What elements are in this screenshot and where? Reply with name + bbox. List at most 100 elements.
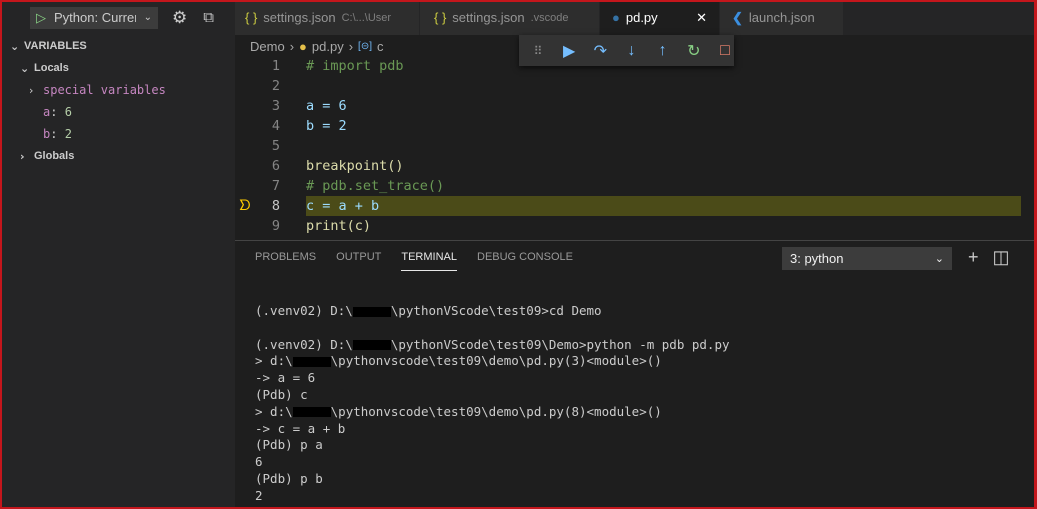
terminal-line: 6 (255, 454, 730, 471)
code-editor[interactable]: 1 # import pdb 2 3a = 6 4b = 2 5 6 breakpo… (235, 56, 1021, 236)
debug-toolbar-top: ▷ Python: Current File ⌄ ⚙ ⧉ (0, 0, 235, 35)
tab-launch-json[interactable]: ❮ launch.json (720, 0, 844, 35)
var-value: 2 (64, 127, 72, 141)
code-line: 7 # pdb.set_trace() (271, 178, 445, 194)
special-label: special variables (43, 83, 166, 97)
terminal-line: 2 (255, 488, 730, 505)
braces-icon: { } (245, 10, 258, 25)
code-line: 6 breakpoint() (271, 158, 404, 174)
var-value: 6 (64, 105, 72, 119)
terminal-select-value: 3: python (790, 251, 844, 266)
terminal-output[interactable]: (.venv02) D:\ \pythonVScode\test09>cd Dem… (255, 303, 730, 505)
terminal-text: \pythonvscode\test09\demo\pd.py(8)<modul… (330, 403, 662, 419)
terminal-text: -> c = a + b (255, 420, 346, 436)
scope-label: Locals (34, 62, 69, 74)
variable-b[interactable]: b: 2 (0, 123, 235, 145)
launch-config-select[interactable]: ▷ Python: Current File ⌄ (30, 6, 158, 29)
tab-label: settings.json (452, 10, 525, 25)
breadcrumb-symbol[interactable]: c (377, 39, 384, 54)
terminal-text: (.venv02) D:\ (255, 303, 353, 318)
redacted-block (352, 340, 391, 351)
code-line: 4b = 2 (271, 118, 347, 134)
special-variables[interactable]: › special variables (0, 79, 235, 101)
python-icon: ● (612, 10, 620, 25)
tab-pd-py[interactable]: ● pd.py ✕ (600, 0, 720, 35)
terminal-text: > d:\ (255, 403, 293, 419)
section-title: VARIABLES (24, 40, 87, 52)
vscode-icon: ❮ (732, 9, 743, 25)
tab-settings-user[interactable]: { } settings.json C:\...\User (235, 0, 420, 35)
terminal-text: (.venv02) D:\ (255, 336, 353, 352)
tab-desc: .vscode (530, 11, 569, 24)
terminal-text: (Pdb) p b (255, 470, 323, 486)
variable-a[interactable]: a: 6 (0, 101, 235, 123)
tab-label: launch.json (748, 10, 815, 25)
var-name: b (43, 127, 51, 141)
python-icon: ● (299, 38, 307, 54)
variables-header[interactable]: ⌄ VARIABLES (0, 35, 235, 57)
debug-console-icon[interactable]: ⧉ (203, 9, 214, 26)
terminal-line: (Pdb) c (255, 387, 730, 404)
braces-icon: { } (434, 10, 447, 25)
tab-debug-console[interactable]: DEBUG CONSOLE (477, 251, 573, 271)
terminal-text: > d:\ (255, 353, 293, 369)
continue-icon[interactable]: ▶ (560, 41, 578, 60)
tab-desc: C:\...\User (341, 11, 392, 24)
redacted-block (352, 306, 391, 317)
code-line: 2 (271, 78, 280, 94)
debug-sidebar: ▷ Python: Current File ⌄ ⚙ ⧉ ⌄VARIABLES … (0, 0, 235, 509)
tab-settings-vscode[interactable]: { } settings.json .vscode (420, 0, 600, 35)
terminal-line: (.venv02) D:\ \pythonVScode\test09>cd Dem… (255, 303, 730, 320)
restart-icon[interactable]: ↻ (685, 41, 703, 60)
gear-icon[interactable]: ⚙ (172, 8, 187, 28)
bottom-panel: PROBLEMS OUTPUT TERMINAL DEBUG CONSOLE 3… (235, 240, 1037, 509)
terminal-text: (Pdb) p a (255, 437, 323, 453)
step-out-icon[interactable]: ↑ (654, 41, 672, 60)
panel-actions: + ◫ (968, 247, 1010, 268)
terminal-line: -> a = 6 (255, 370, 730, 387)
current-code-line: ᗤ8c = a + b (235, 196, 1021, 216)
breadcrumb-file[interactable]: pd.py (312, 39, 344, 54)
terminal-line: (Pdb) p a (255, 437, 730, 454)
terminal-line: (Pdb) p b (255, 471, 730, 488)
terminal-line: > d:\ \pythonvscode\test09\demo\pd.py(8)<… (255, 404, 730, 421)
code-line: 3a = 6 (271, 98, 347, 114)
panel-tabs: PROBLEMS OUTPUT TERMINAL DEBUG CONSOLE (255, 251, 573, 271)
launch-config-label: Python: Current File (54, 10, 136, 25)
tab-label: pd.py (625, 10, 658, 25)
var-name: a (43, 105, 51, 119)
terminal-text: 2 (255, 487, 263, 503)
plus-icon[interactable]: + (968, 247, 979, 268)
terminal-line: -> c = a + b (255, 421, 730, 438)
terminal-select[interactable]: 3: python ⌄ (782, 247, 952, 270)
terminal-text: 6 (255, 454, 263, 470)
chevron-down-icon: ⌄ (143, 12, 152, 23)
split-terminal-icon[interactable]: ◫ (993, 247, 1010, 268)
terminal-text: -> a = 6 (255, 370, 316, 386)
chevron-right-icon: › (20, 149, 25, 163)
close-icon[interactable]: ✕ (696, 10, 707, 26)
terminal-text: \pythonVScode\test09\Demo>python -m pdb … (390, 336, 730, 352)
breadcrumb: Demo › ● pd.py › [⊝] c (250, 38, 384, 54)
step-over-icon[interactable]: ↷ (591, 41, 609, 60)
drag-handle-icon[interactable]: ⠿ (529, 41, 547, 60)
stop-icon[interactable]: □ (716, 41, 734, 60)
start-debug-icon[interactable]: ▷ (36, 10, 46, 26)
terminal-line: > d:\ \pythonvscode\test09\demo\pd.py(3)<… (255, 353, 730, 370)
redacted-block (292, 356, 331, 367)
tab-terminal[interactable]: TERMINAL (401, 251, 457, 271)
globals-scope[interactable]: › Globals (0, 145, 235, 167)
breadcrumb-folder[interactable]: Demo (250, 39, 285, 54)
chevron-right-icon: › (29, 83, 34, 97)
step-into-icon[interactable]: ↓ (622, 41, 640, 60)
terminal-line: (.venv02) D:\ \pythonVScode\test09\Demo>p… (255, 337, 730, 354)
code-line: 5 (271, 138, 280, 154)
scope-label: Globals (34, 150, 75, 162)
tab-problems[interactable]: PROBLEMS (255, 251, 316, 271)
debug-toolbar: ⠿ ▶ ↷ ↓ ↑ ↻ □ (519, 35, 734, 66)
terminal-text: \pythonVScode\test09>cd Demo (390, 303, 602, 318)
tab-label: settings.json (263, 10, 336, 25)
locals-scope[interactable]: ⌄ Locals (0, 57, 235, 79)
tab-output[interactable]: OUTPUT (336, 251, 381, 271)
